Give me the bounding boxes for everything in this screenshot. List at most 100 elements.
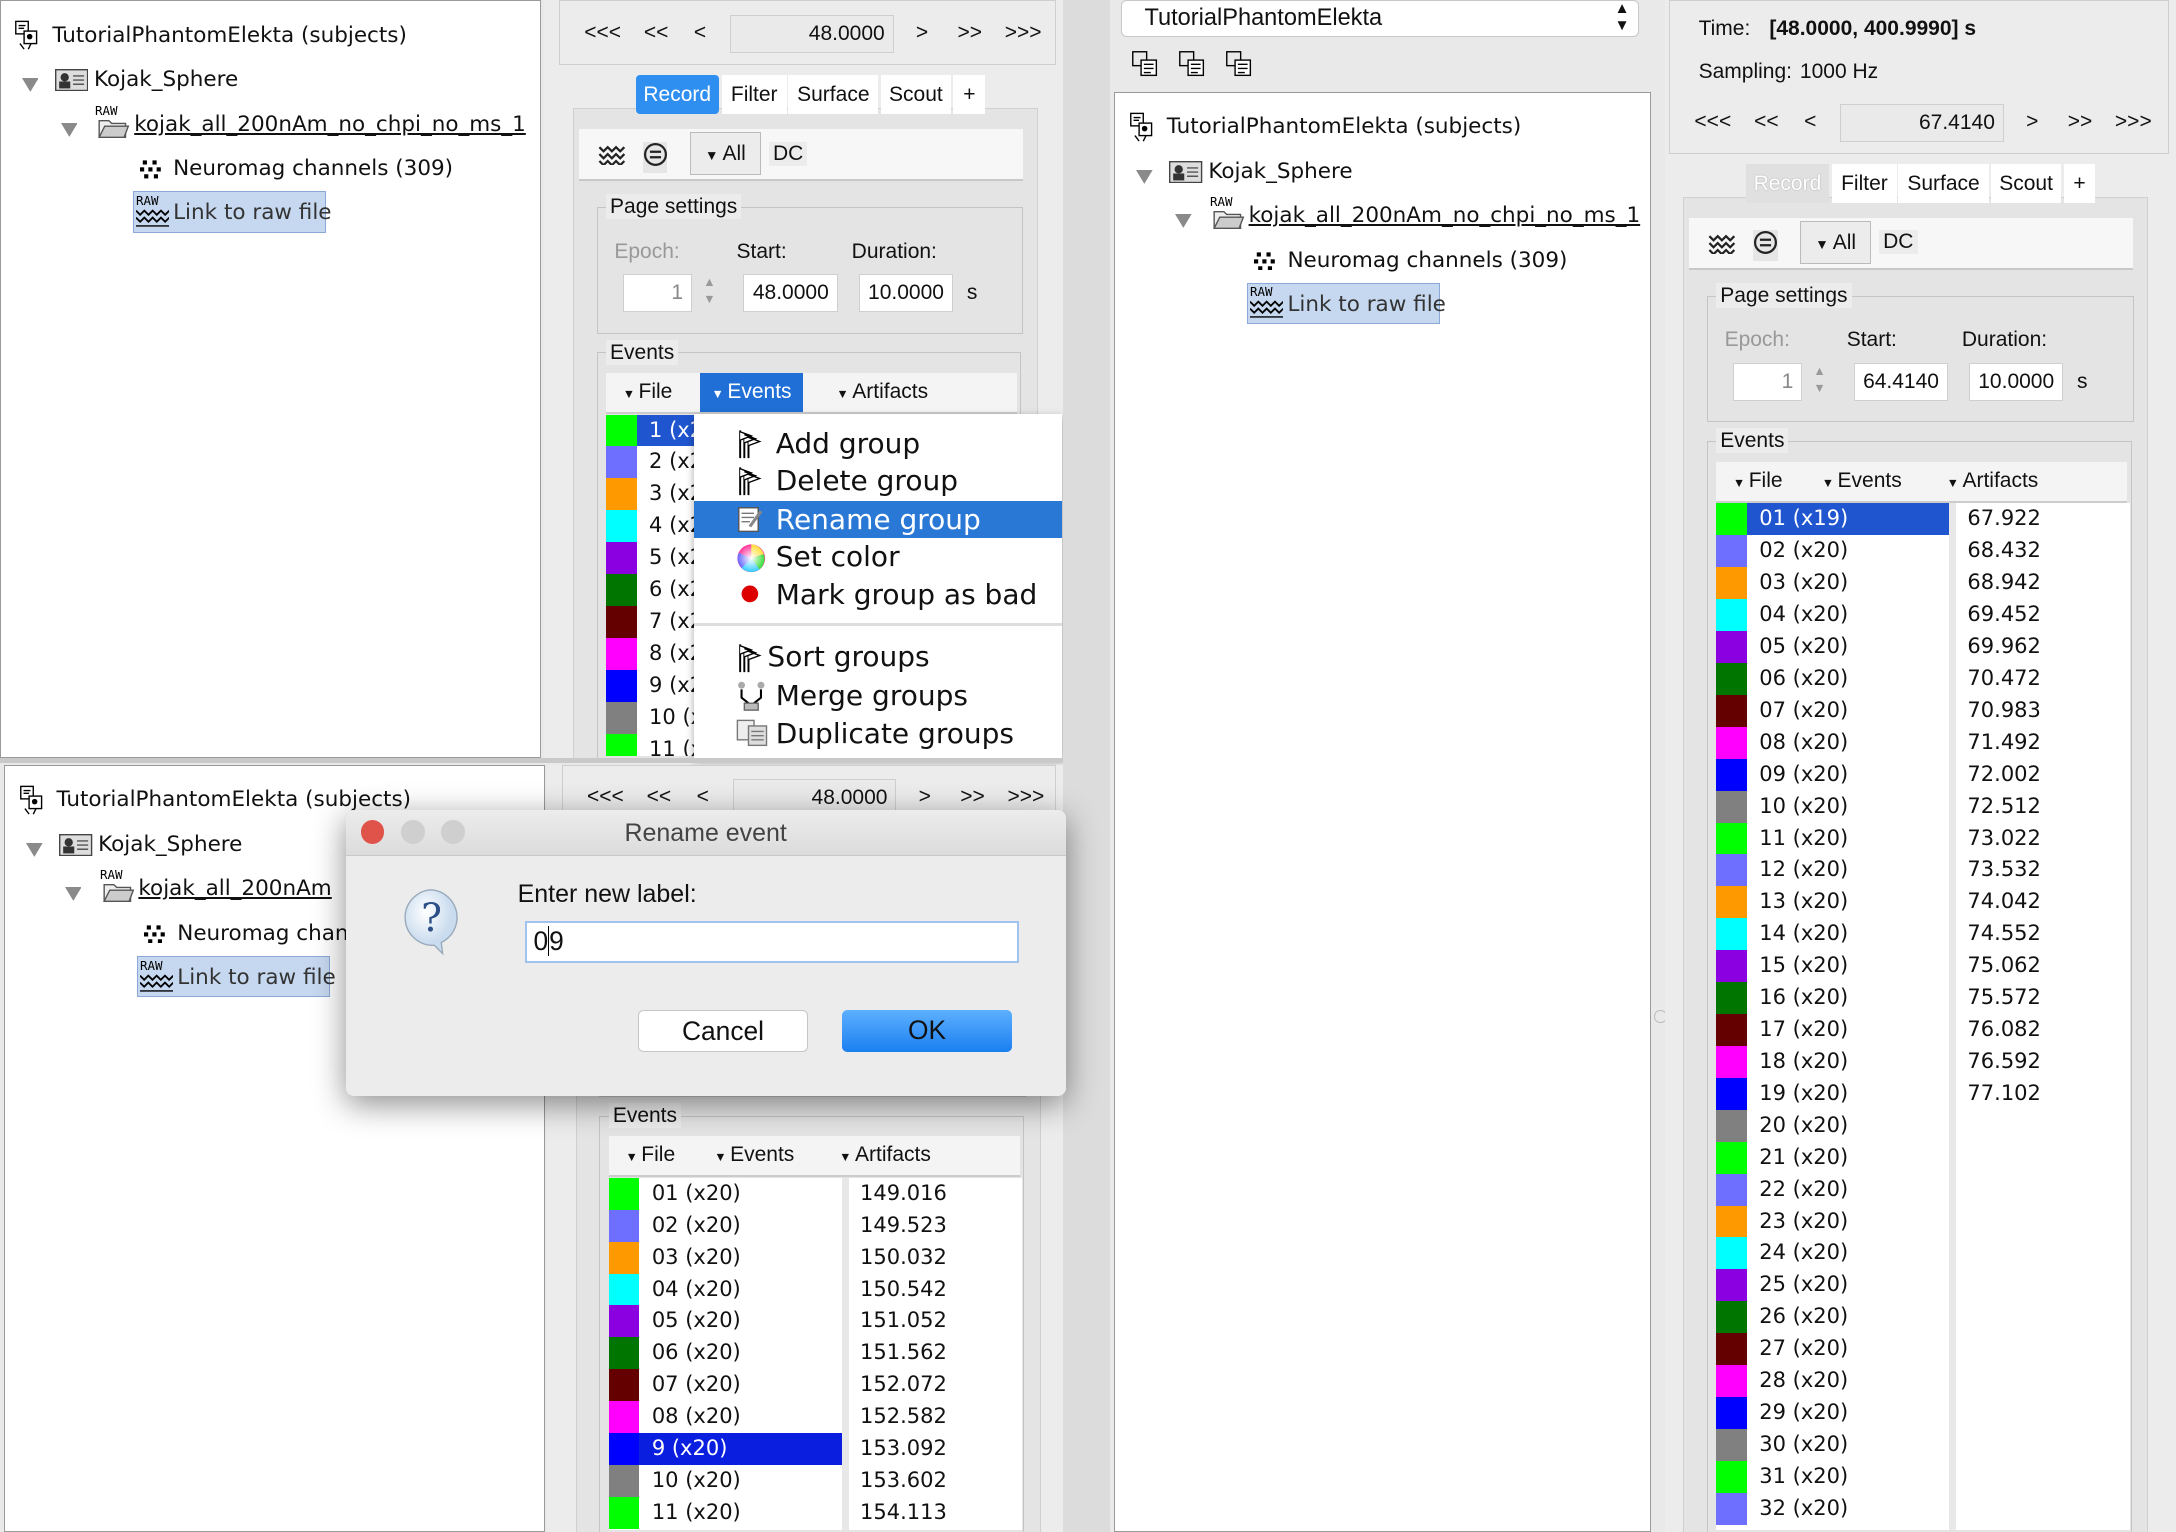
event-time[interactable]: 68.942 [1967, 567, 2040, 599]
event-group-row[interactable]: 16 (x20) 75.572 [1716, 982, 2130, 1014]
event-time[interactable]: 153.602 [860, 1465, 947, 1497]
events-menu-artifacts[interactable]: ▼ Artifacts [828, 1136, 942, 1175]
event-group-label[interactable]: 21 (x20) [1747, 1142, 1950, 1174]
event-time[interactable]: 72.002 [1967, 759, 2040, 791]
nav-next-button[interactable]: > [916, 19, 928, 47]
duration-field[interactable]: 10.0000 [1968, 363, 2064, 401]
nav-next-big-button[interactable]: >> [2068, 108, 2093, 136]
event-group-row[interactable]: 9 (x20) 153.092 [608, 1433, 1023, 1466]
event-group-row[interactable]: 27 (x20) [1716, 1333, 2130, 1366]
events-menu-file[interactable]: ▼ File [614, 1136, 686, 1175]
tab-surface[interactable]: Surface [788, 74, 879, 114]
event-group-row[interactable]: 03 (x20) 68.942 [1716, 567, 2130, 600]
menu-item-rename-group[interactable]: Rename group [693, 500, 1062, 539]
nav-prev-button[interactable]: < [697, 783, 709, 811]
event-time[interactable]: 67.922 [1967, 503, 2040, 535]
tab-add[interactable]: + [953, 74, 986, 114]
tree-view-subjects-icon[interactable] [1130, 49, 1161, 86]
ok-button[interactable]: OK [842, 1010, 1012, 1052]
event-group-row[interactable]: 06 (x20) 70.472 [1716, 662, 2130, 695]
event-group-row[interactable]: 11 (x20) 73.022 [1716, 822, 2130, 855]
montage-icon[interactable] [642, 141, 668, 173]
events-menu-file[interactable]: ▼ File [612, 373, 684, 412]
menu-item-duplicate-groups[interactable]: Duplicate groups [694, 715, 1062, 749]
event-group-label[interactable]: 17 (x20) [1747, 1014, 1950, 1046]
event-group-label[interactable]: 05 (x20) [639, 1305, 842, 1337]
new-label-input[interactable]: 09 [524, 921, 1019, 964]
event-group-row[interactable]: 02 (x20) 149.523 [608, 1209, 1023, 1242]
event-group-row[interactable]: 13 (x20) 74.042 [1716, 886, 2130, 919]
event-group-label[interactable]: 20 (x20) [1747, 1110, 1950, 1142]
event-group-label[interactable]: 11 (x20) [639, 1497, 842, 1529]
menu-item-merge-groups[interactable]: Merge groups [694, 677, 1062, 714]
event-group-label[interactable]: 10 (x20) [639, 1465, 842, 1497]
nav-last-button[interactable]: >>> [1007, 783, 1044, 811]
event-group-row[interactable]: 14 (x20) 74.552 [1716, 918, 2130, 951]
event-group-label[interactable]: 16 (x20) [1747, 982, 1950, 1014]
waves-icon[interactable] [1708, 232, 1736, 260]
epoch-field[interactable]: 1 [622, 274, 693, 312]
event-group-label[interactable]: 11 (x20) [1747, 823, 1950, 855]
event-group-label[interactable]: 14 (x20) [1747, 918, 1950, 950]
event-time[interactable]: 70.983 [1967, 695, 2040, 727]
event-group-row[interactable]: 09 (x20) 72.002 [1716, 758, 2130, 791]
tree-file-label[interactable]: kojak_all_200nAm [138, 875, 331, 903]
duration-field[interactable]: 10.0000 [858, 274, 953, 312]
tree-subject-label[interactable]: Kojak_Sphere [94, 66, 238, 94]
event-group-label[interactable]: 22 (x20) [1747, 1174, 1950, 1206]
event-time[interactable]: 152.582 [860, 1401, 947, 1433]
tree-subject-label[interactable]: Kojak_Sphere [98, 831, 242, 859]
tree-channels-label[interactable]: Neuromag channels (309) [1287, 247, 1567, 275]
tree-channels-label[interactable]: Neuromag chan [177, 920, 348, 948]
event-group-row[interactable]: 01 (x19) 67.922 [1716, 503, 2130, 536]
event-group-row[interactable]: 04 (x20) 150.542 [608, 1273, 1023, 1306]
nav-first-button[interactable]: <<< [1694, 108, 1731, 136]
expand-triangle-icon[interactable] [60, 118, 78, 143]
tree-root-label[interactable]: TutorialPhantomElekta (subjects) [52, 22, 407, 50]
montage-all-dropdown[interactable]: ▼ All [1799, 220, 1872, 265]
events-menu-file[interactable]: ▼ File [1722, 462, 1794, 501]
tree-subject-label[interactable]: Kojak_Sphere [1208, 158, 1352, 186]
event-group-row[interactable]: 25 (x20) [1716, 1269, 2130, 1302]
event-time[interactable]: 69.452 [1967, 599, 2040, 631]
event-group-row[interactable]: 05 (x20) 151.052 [608, 1305, 1023, 1338]
event-group-row[interactable]: 32 (x20) [1716, 1492, 2130, 1525]
event-group-label[interactable]: 02 (x20) [639, 1210, 842, 1242]
tab-record[interactable]: Record [1745, 163, 1830, 203]
tree-channels-label[interactable]: Neuromag channels (309) [173, 155, 453, 183]
current-time-field[interactable]: 48.0000 [729, 15, 894, 53]
events-menu-events[interactable]: ▼ Events [700, 372, 803, 412]
event-time[interactable]: 68.432 [1967, 535, 2040, 567]
events-menu-events[interactable]: ▼ Events [703, 1136, 805, 1175]
tab-filter[interactable]: Filter [721, 74, 787, 114]
event-group-label[interactable]: 04 (x20) [1747, 599, 1950, 631]
event-group-row[interactable]: 31 (x20) [1716, 1460, 2130, 1493]
menu-item-set-color[interactable]: Set color [694, 538, 1062, 575]
tab-scout[interactable]: Scout [1991, 163, 2061, 203]
event-group-row[interactable]: 04 (x20) 69.452 [1716, 599, 2130, 631]
nav-next-big-button[interactable]: >> [958, 19, 983, 47]
event-group-row[interactable]: 08 (x20) 152.582 [608, 1401, 1023, 1434]
event-group-row[interactable]: 01 (x20) 149.016 [608, 1177, 1023, 1210]
event-group-label[interactable]: 07 (x20) [1747, 695, 1950, 727]
event-group-row[interactable]: 03 (x20) 150.032 [608, 1241, 1023, 1274]
event-time[interactable]: 154.113 [860, 1497, 947, 1529]
dc-button[interactable]: DC [768, 141, 808, 166]
event-group-label[interactable]: 01 (x19) [1746, 503, 1950, 536]
event-time[interactable]: 151.052 [860, 1305, 947, 1337]
expand-triangle-icon[interactable] [1136, 165, 1153, 190]
tree-link-label[interactable]: Link to raw file [173, 199, 331, 227]
event-group-label[interactable]: 01 (x20) [639, 1178, 842, 1210]
event-time[interactable]: 76.082 [1967, 1014, 2040, 1046]
event-group-label[interactable]: 06 (x20) [1747, 663, 1950, 695]
event-group-label[interactable]: 18 (x20) [1747, 1046, 1950, 1078]
event-group-row[interactable]: 28 (x20) [1716, 1365, 2130, 1398]
menu-item-add-group[interactable]: Add group [694, 425, 1062, 462]
nav-next-big-button[interactable]: >> [960, 783, 985, 811]
event-group-row[interactable]: 24 (x20) [1716, 1237, 2130, 1270]
event-group-row[interactable]: 07 (x20) 70.983 [1716, 694, 2130, 727]
subject-combobox[interactable]: TutorialPhantomElekta ▲ ▼ [1121, 0, 1639, 38]
tree-view-conditions-icon[interactable] [1224, 49, 1255, 86]
event-group-row[interactable]: 22 (x20) [1716, 1173, 2130, 1206]
event-time[interactable]: 150.542 [860, 1274, 947, 1306]
